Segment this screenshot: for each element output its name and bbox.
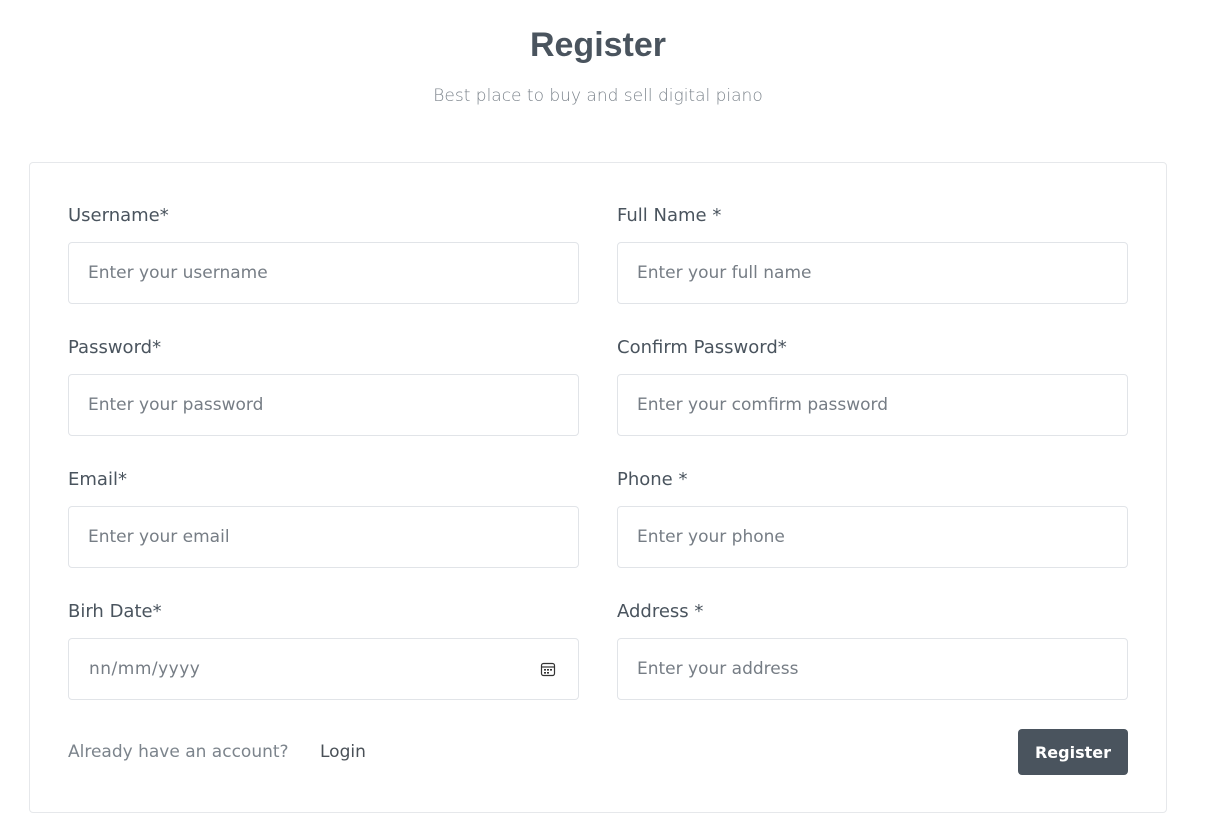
birth-date-input[interactable]: nn/mm/yyyy [68,638,579,700]
account-prompt-text: Already have an account? [68,742,289,762]
birth-date-field-group: Birh Date* nn/mm/yyyy [68,600,579,700]
full-name-field-group: Full Name * [617,204,1128,304]
register-button[interactable]: Register [1018,729,1128,775]
password-field-group: Password* [68,336,579,436]
calendar-icon[interactable] [540,661,556,677]
phone-label: Phone * [617,469,688,490]
birth-date-label: Birh Date* [68,601,162,622]
confirm-password-label: Confirm Password* [617,337,787,358]
full-name-label: Full Name * [617,205,722,226]
password-input[interactable] [68,374,579,436]
confirm-password-field-group: Confirm Password* [617,336,1128,436]
full-name-input[interactable] [617,242,1128,304]
phone-field-group: Phone * [617,468,1128,568]
email-field-group: Email* [68,468,579,568]
username-field-group: Username* [68,204,579,304]
phone-input[interactable] [617,506,1128,568]
page-subtitle: Best place to buy and sell digital piano [433,86,763,106]
confirm-password-input[interactable] [617,374,1128,436]
address-field-group: Address * [617,600,1128,700]
login-link[interactable]: Login [320,740,366,764]
password-label: Password* [68,337,162,358]
email-input[interactable] [68,506,579,568]
email-label: Email* [68,469,127,490]
address-label: Address * [617,601,704,622]
page-title: Register [529,26,667,64]
birth-date-value: nn/mm/yyyy [89,659,201,679]
address-input[interactable] [617,638,1128,700]
username-input[interactable] [68,242,579,304]
username-label: Username* [68,205,169,226]
